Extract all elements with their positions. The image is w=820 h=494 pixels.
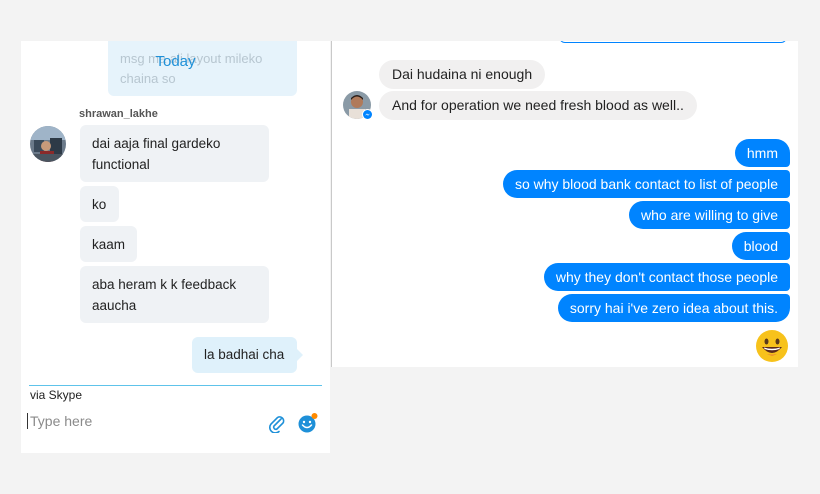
incoming-message[interactable]: dai aaja final gardeko functional <box>80 125 269 182</box>
paperclip-icon <box>269 416 285 434</box>
received-message[interactable]: And for operation we need fresh blood as… <box>379 91 697 120</box>
message-text: sorry hai i've zero idea about this. <box>569 300 778 316</box>
composer-divider <box>29 385 322 386</box>
sent-message[interactable]: so why blood bank contact to list of peo… <box>502 170 790 198</box>
previous-sent-bubble <box>559 41 787 43</box>
incoming-message[interactable]: kaam <box>80 226 137 262</box>
message-text: kaam <box>92 237 126 252</box>
message-text: who are willing to give <box>641 207 778 223</box>
message-text: so why blood bank contact to list of peo… <box>514 176 778 192</box>
sender-name: shrawan_lakhe <box>79 108 158 120</box>
input-placeholder: Type here <box>30 413 93 429</box>
messenger-badge-icon <box>362 109 373 120</box>
date-divider: Today <box>155 53 196 70</box>
message-text: ko <box>92 197 107 212</box>
incoming-message[interactable]: aba heram k k feedback aaucha <box>80 266 269 323</box>
sent-message[interactable]: sorry hai i've zero idea about this. <box>557 294 790 322</box>
received-message[interactable]: Dai hudaina ni enough <box>379 60 546 89</box>
attach-button[interactable] <box>267 413 287 438</box>
sender-avatar[interactable] <box>30 126 66 162</box>
message-text: And for operation we need fresh blood as… <box>392 97 684 113</box>
bubble-tail-icon <box>297 349 303 361</box>
sent-message[interactable]: blood <box>731 232 790 260</box>
avatar-photo-icon <box>30 126 66 162</box>
sent-message[interactable]: who are willing to give <box>629 201 790 229</box>
incoming-message[interactable]: ko <box>80 186 119 222</box>
via-label: via Skype <box>30 388 83 402</box>
message-text: hmm <box>746 145 778 161</box>
message-text: aba heram k k feedback aaucha <box>92 277 237 313</box>
message-text: why they don't contact those people <box>555 269 778 285</box>
sent-message[interactable]: why they don't contact those people <box>543 263 790 291</box>
emoji-button[interactable] <box>297 412 319 439</box>
message-input[interactable]: Type here <box>27 413 92 429</box>
message-text: la badhai cha <box>204 347 285 362</box>
smiley-icon <box>298 413 318 433</box>
grinning-face-icon <box>756 330 788 362</box>
message-text: dai aaja final gardeko functional <box>92 136 221 172</box>
skype-chat-panel: msg ma ali layout mileko chaina so Today… <box>21 41 330 453</box>
sent-message[interactable]: hmm <box>734 139 790 167</box>
message-text: blood <box>743 238 778 254</box>
message-text: Dai hudaina ni enough <box>392 66 533 82</box>
reaction-emoji[interactable] <box>755 329 789 367</box>
messenger-chat-panel: Dai hudaina ni enough And for operation … <box>332 41 798 367</box>
outgoing-message[interactable]: la badhai cha <box>192 337 297 373</box>
